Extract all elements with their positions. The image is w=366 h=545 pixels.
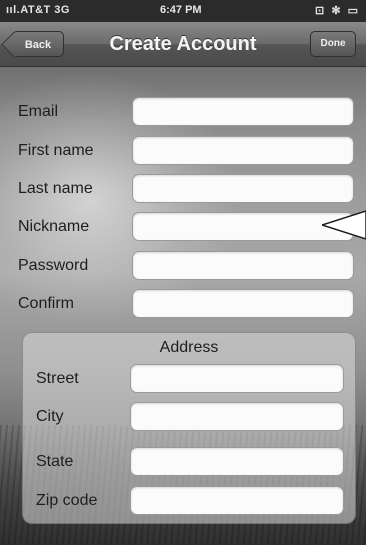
- callout-pointer-icon: [322, 210, 366, 240]
- state-label: State: [36, 453, 74, 470]
- status-bar: ııl.AT&T 3G 6:47 PM ⊡ ✻ ▭: [0, 0, 366, 22]
- done-button[interactable]: Done: [310, 31, 356, 57]
- email-field[interactable]: [132, 97, 354, 126]
- first-name-label: First name: [18, 142, 94, 159]
- zip-code-row: Zip code: [0, 486, 366, 516]
- nickname-row: Nickname: [0, 212, 366, 242]
- password-row: Password: [0, 251, 366, 281]
- last-name-row: Last name: [0, 174, 366, 204]
- street-label: Street: [36, 370, 79, 387]
- zip-code-label: Zip code: [36, 492, 98, 509]
- city-label: City: [36, 408, 64, 425]
- email-label: Email: [18, 103, 59, 120]
- first-name-field[interactable]: [132, 136, 354, 165]
- city-field[interactable]: [130, 402, 344, 431]
- battery-icon: ▭: [347, 5, 360, 17]
- state-row: State: [0, 447, 366, 477]
- address-section-title: Address: [159, 339, 219, 356]
- last-name-field[interactable]: [132, 174, 354, 203]
- carrier-label: ııl.AT&T 3G: [6, 4, 70, 16]
- navigation-bar: Back Create Account Done: [0, 22, 366, 67]
- confirm-row: Confirm: [0, 289, 366, 319]
- email-row: Email: [0, 97, 366, 127]
- password-field[interactable]: [132, 251, 354, 280]
- state-field[interactable]: [130, 447, 344, 476]
- bluetooth-icon: ✻: [331, 5, 343, 17]
- confirm-label: Confirm: [18, 295, 75, 312]
- street-row: Street: [0, 364, 366, 394]
- lock-icon: ⊡: [315, 5, 327, 17]
- city-row: City: [0, 402, 366, 432]
- confirm-password-field[interactable]: [132, 289, 354, 318]
- nickname-label: Nickname: [18, 218, 90, 235]
- clock: 6:47 PM: [160, 4, 202, 16]
- last-name-label: Last name: [18, 180, 93, 197]
- nickname-field[interactable]: [132, 212, 354, 241]
- password-label: Password: [18, 257, 89, 274]
- signal-icon: ııl.: [6, 4, 21, 16]
- street-field[interactable]: [130, 364, 344, 393]
- first-name-row: First name: [0, 136, 366, 166]
- zip-code-field[interactable]: [130, 486, 344, 515]
- phone-screen: ııl.AT&T 3G 6:47 PM ⊡ ✻ ▭ Back Create Ac…: [0, 0, 366, 545]
- status-icons: ⊡ ✻ ▭: [315, 4, 360, 17]
